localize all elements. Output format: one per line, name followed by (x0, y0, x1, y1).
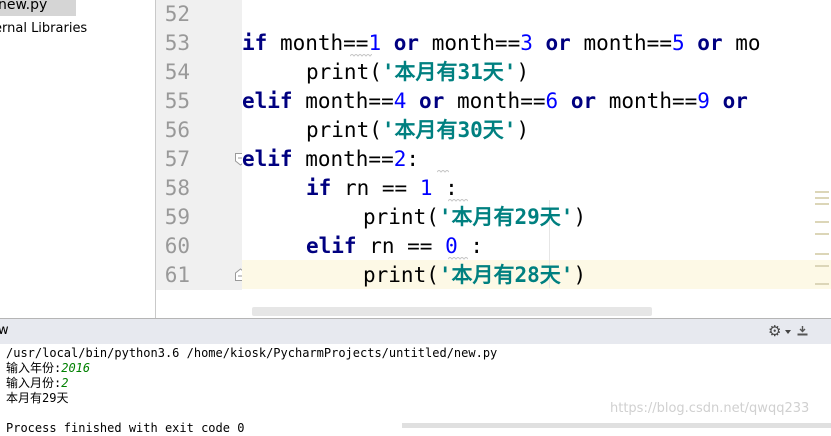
code-line-53: if month==1 or month==3 or month==5 or m… (242, 31, 761, 55)
line-number: 56 (164, 118, 190, 142)
stripe-mark[interactable] (815, 283, 829, 285)
gear-icon[interactable]: ⚙ (768, 323, 781, 339)
line-number: 54 (164, 60, 190, 84)
editor-bottom-strip (156, 290, 831, 318)
warning-squiggle (448, 199, 468, 202)
project-tree-panel: new.py ernal Libraries (0, 0, 156, 318)
console-command-line: /usr/local/bin/python3.6 /home/kiosk/Pyc… (6, 346, 498, 360)
run-tool-window-header: w ⚙ (0, 318, 831, 345)
code-line-58: if rn == 1 : (306, 176, 458, 200)
code-editor[interactable]: if month==1 or month==3 or month==5 or m… (242, 0, 831, 290)
console-month-line: 输入月份:2 (6, 376, 69, 390)
code-line-54: print('本月有31天') (306, 60, 530, 84)
code-line-61: print('本月有28天') (363, 263, 587, 287)
stripe-mark[interactable] (815, 233, 829, 235)
stripe-mark[interactable] (815, 221, 829, 223)
console-year-line: 输入年份:2016 (6, 361, 91, 375)
warning-squiggle (448, 257, 468, 260)
tree-item-external-libraries[interactable]: ernal Libraries (0, 18, 87, 40)
line-number: 57 (164, 147, 190, 171)
line-number: 53 (164, 31, 190, 55)
line-number: 58 (164, 176, 190, 200)
code-line-56: print('本月有30天') (306, 118, 530, 142)
chevron-down-icon[interactable] (785, 330, 791, 334)
console-result-line: 本月有29天 (6, 391, 69, 405)
line-number: 55 (164, 89, 190, 113)
horizontal-scrollbar[interactable] (252, 307, 652, 316)
editor-gutter: 52 53 54 55 56 57 58 59 60 61 (156, 0, 246, 290)
stripe-mark[interactable] (815, 253, 829, 255)
run-panel-title: w (0, 323, 9, 338)
warning-squiggle (437, 170, 449, 173)
stripe-mark[interactable] (815, 197, 829, 199)
line-number: 52 (164, 2, 190, 26)
code-line-59: print('本月有29天') (363, 205, 587, 229)
hide-panel-icon[interactable] (797, 325, 808, 336)
stripe-mark[interactable] (815, 203, 829, 205)
console-finished-line: Process finished with exit code 0 (6, 421, 245, 435)
code-line-55: elif month==4 or month==6 or month==9 or (242, 89, 748, 113)
code-line-57: elif month==2: (242, 147, 420, 171)
console-horizontal-scrollbar[interactable] (402, 423, 831, 428)
line-number: 60 (164, 234, 190, 258)
stripe-mark[interactable] (815, 191, 829, 193)
line-number: 59 (164, 205, 190, 229)
line-number: 61 (164, 263, 190, 287)
warning-squiggle (350, 54, 372, 57)
tree-item-new-py[interactable]: new.py (0, 0, 76, 16)
watermark-text: https://blog.csdn.net/qwqq233 (610, 401, 810, 416)
stripe-mark[interactable] (815, 265, 829, 267)
